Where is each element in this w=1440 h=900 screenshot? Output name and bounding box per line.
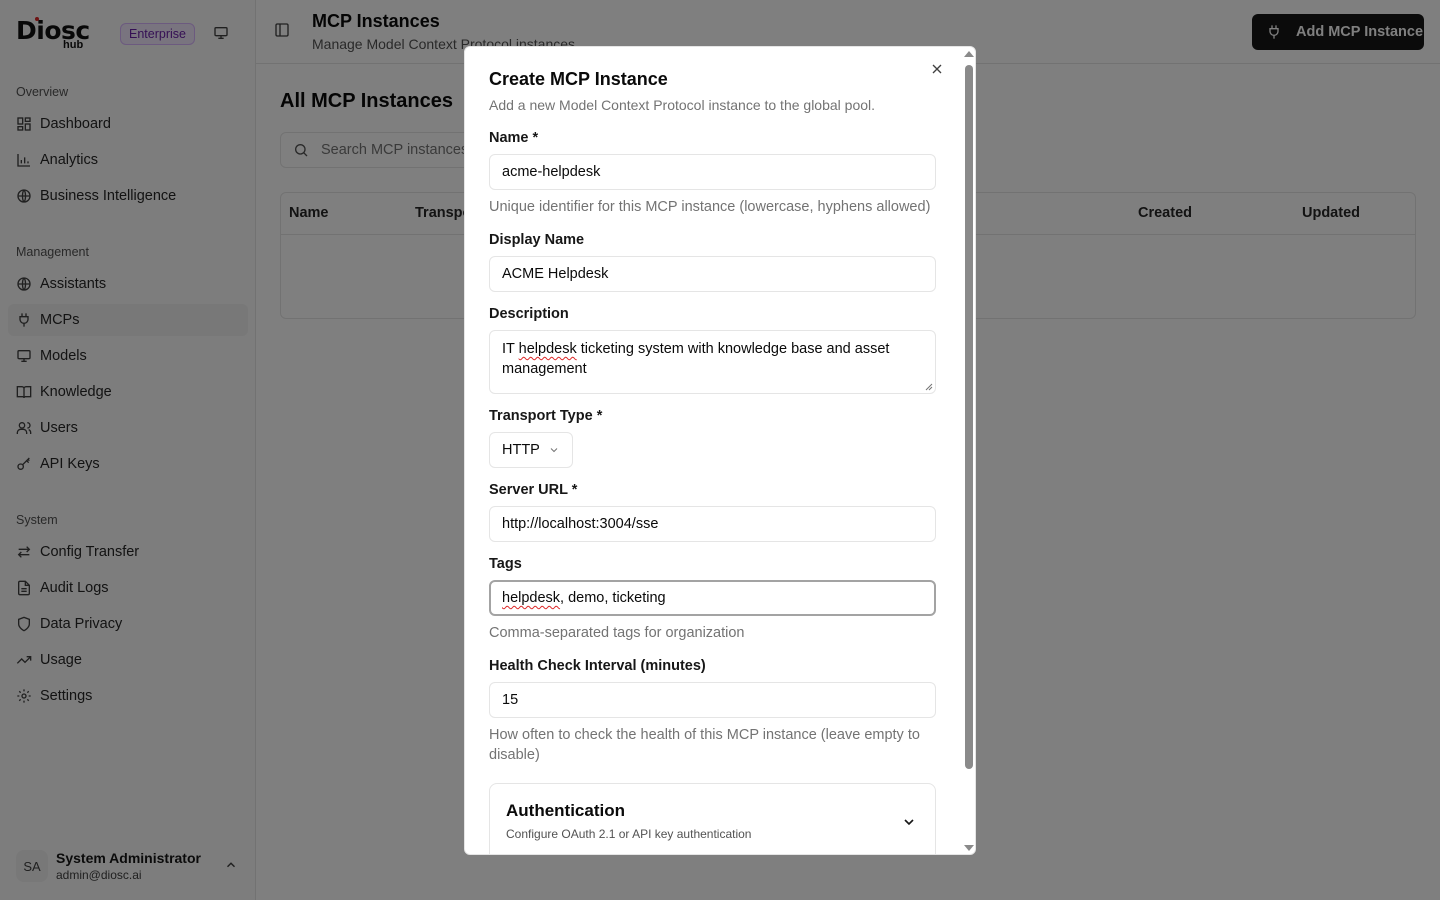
chevron-down-icon	[904, 819, 914, 826]
chevron-down-icon	[550, 448, 558, 453]
display-name-field[interactable]: ACME Helpdesk	[489, 256, 936, 292]
tags-text-rest: , demo, ticketing	[560, 590, 666, 606]
description-text: IT	[502, 341, 519, 357]
create-mcp-dialog: Create MCP Instance Add a new Model Cont…	[464, 46, 976, 855]
tags-field[interactable]: helpdesk, demo, ticketing	[489, 580, 936, 616]
close-icon	[932, 64, 942, 74]
health-check-hint: How often to check the health of this MC…	[489, 727, 920, 763]
dialog-scrollbar[interactable]	[963, 51, 974, 851]
description-textarea[interactable]: IT helpdesk ticketing system with knowle…	[489, 330, 936, 394]
name-label: Name *	[489, 130, 539, 146]
tags-misspelled-word: helpdesk	[502, 590, 561, 606]
close-button[interactable]	[929, 61, 945, 77]
scroll-thumb[interactable]	[965, 65, 973, 769]
resize-handle-icon[interactable]	[925, 383, 933, 391]
display-name-label: Display Name	[489, 232, 585, 248]
name-field[interactable]: acme-helpdesk	[489, 154, 936, 190]
authentication-title: Authentication	[506, 801, 625, 820]
transport-type-select[interactable]: HTTP	[489, 432, 573, 468]
scroll-down-arrow-icon[interactable]	[964, 845, 974, 851]
dialog-description: Add a new Model Context Protocol instanc…	[489, 97, 876, 113]
authentication-section[interactable]: Authentication Configure OAuth 2.1 or AP…	[489, 783, 936, 854]
tags-label: Tags	[489, 556, 522, 572]
name-hint: Unique identifier for this MCP instance …	[489, 199, 931, 215]
description-label: Description	[489, 306, 569, 322]
transport-type-value: HTTP	[502, 442, 540, 458]
description-misspelled-word: helpdesk	[518, 341, 577, 357]
scroll-up-arrow-icon[interactable]	[964, 51, 974, 57]
health-check-field[interactable]: 15	[489, 682, 936, 718]
tags-hint: Comma-separated tags for organization	[489, 625, 745, 641]
server-url-field[interactable]: http://localhost:3004/sse	[489, 506, 936, 542]
dialog-title: Create MCP Instance	[489, 69, 668, 89]
authentication-subtitle: Configure OAuth 2.1 or API key authentic…	[506, 827, 752, 841]
health-check-label: Health Check Interval (minutes)	[489, 658, 706, 674]
transport-type-label: Transport Type *	[489, 408, 603, 424]
server-url-label: Server URL *	[489, 482, 578, 498]
